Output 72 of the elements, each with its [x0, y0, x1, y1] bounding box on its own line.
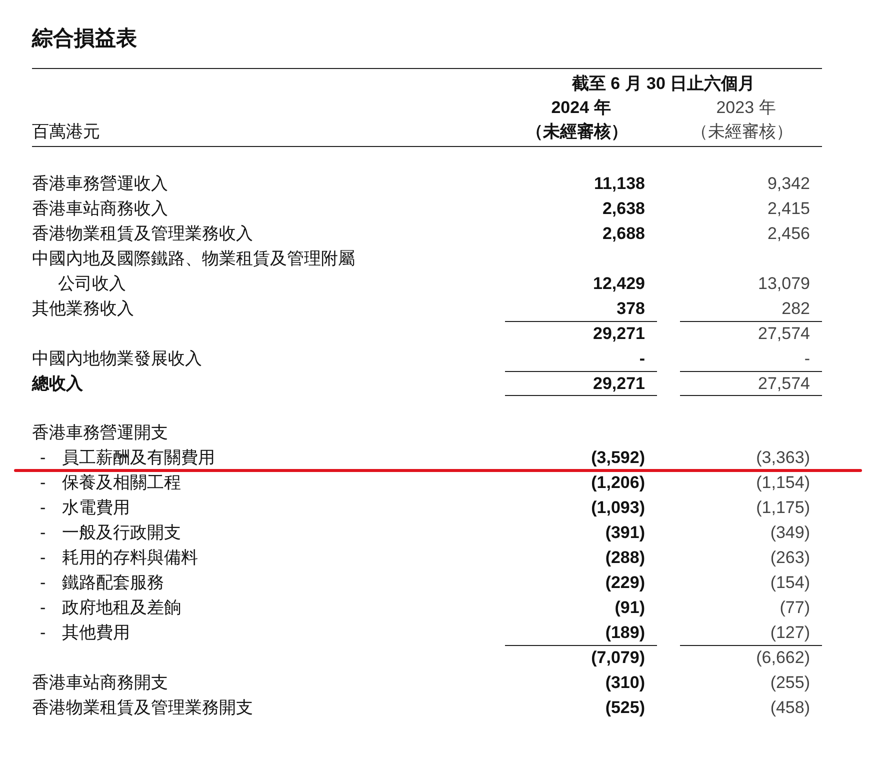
audit-note: （未經審核） — [691, 121, 793, 143]
amount-cell: 29,271 — [593, 374, 645, 394]
amount-cell: (391) — [605, 522, 645, 542]
row-label: 鐵路配套服務 — [62, 572, 164, 594]
row-label: 香港車務營運收入 — [32, 173, 168, 195]
unit-label: 百萬港元 — [32, 121, 100, 143]
amount-cell: (3,592) — [591, 448, 645, 468]
statement-title: 綜合損益表 — [32, 26, 138, 52]
amount-cell: (263) — [770, 548, 810, 568]
year-heading: 2024 年 — [551, 97, 611, 119]
row-label: 員工薪酬及有關費用 — [62, 447, 215, 469]
amount-cell: (77) — [780, 598, 810, 618]
row-label: 香港車務營運開支 — [32, 422, 168, 444]
amount-cell: (1,154) — [756, 472, 810, 492]
amount-cell: 27,574 — [758, 374, 810, 394]
row-label: 保養及相關工程 — [62, 472, 181, 494]
list-dash: - — [40, 598, 47, 618]
row-label: 一般及行政開支 — [62, 522, 181, 544]
amount-cell: 2,638 — [602, 198, 645, 218]
list-dash: - — [40, 522, 47, 542]
amount-cell: 282 — [782, 298, 810, 318]
row-label: 香港物業租賃及管理業務開支 — [32, 697, 253, 719]
row-label: 香港車站商務收入 — [32, 198, 168, 220]
amount-cell: 2,415 — [767, 198, 810, 218]
amount-cell: (127) — [770, 622, 810, 642]
row-label: 中國內地物業發展收入 — [32, 348, 202, 370]
amount-cell: (288) — [605, 548, 645, 568]
row-label: 香港物業租賃及管理業務收入 — [32, 223, 253, 245]
amount-cell: (229) — [605, 572, 645, 592]
amount-cell: (1,206) — [591, 472, 645, 492]
amount-cell: 13,079 — [758, 274, 810, 294]
amount-cell: (6,662) — [756, 648, 810, 668]
amount-cell: (458) — [770, 698, 810, 718]
amount-cell: (154) — [770, 572, 810, 592]
amount-cell: 2,456 — [767, 224, 810, 244]
list-dash: - — [40, 472, 47, 492]
amount-cell: 9,342 — [767, 174, 810, 194]
amount-cell: 11,138 — [594, 174, 645, 194]
list-dash: - — [40, 548, 47, 568]
amount-cell: (310) — [605, 672, 645, 692]
row-label: 香港車站商務開支 — [32, 672, 168, 694]
amount-cell: (525) — [605, 698, 645, 718]
row-label: 中國內地及國際鐵路、物業租賃及管理附屬 — [32, 248, 355, 270]
audit-note: （未經審核） — [526, 121, 628, 143]
year-heading: 2023 年 — [716, 97, 776, 119]
amount-cell: (3,363) — [756, 448, 810, 468]
row-label: 政府地租及差餉 — [62, 597, 181, 619]
amount-cell: (189) — [605, 622, 645, 642]
row-label: 水電費用 — [62, 497, 130, 519]
list-dash: - — [40, 622, 47, 642]
amount-cell: (7,079) — [591, 648, 645, 668]
amount-cell: (349) — [770, 522, 810, 542]
row-label: 其他費用 — [62, 622, 130, 644]
list-dash: - — [40, 572, 47, 592]
row-label: 其他業務收入 — [32, 298, 134, 320]
period-heading: 截至 6 月 30 日止六個月 — [570, 73, 756, 95]
row-label: 公司收入 — [58, 273, 126, 295]
amount-cell: (255) — [770, 672, 810, 692]
row-label: 總收入 — [32, 373, 83, 395]
list-dash: - — [40, 498, 47, 518]
amount-cell: 29,271 — [593, 324, 645, 344]
amount-cell: 378 — [616, 298, 645, 318]
row-label: 耗用的存料與備料 — [62, 547, 198, 569]
list-dash: - — [40, 448, 47, 468]
amount-cell: - — [639, 348, 645, 368]
amount-cell: (1,175) — [756, 498, 810, 518]
amount-cell: - — [804, 348, 810, 368]
amount-cell: (1,093) — [591, 498, 645, 518]
amount-cell: 27,574 — [758, 324, 810, 344]
amount-cell: (91) — [614, 598, 645, 618]
amount-cell: 2,688 — [602, 224, 645, 244]
amount-cell: 12,429 — [593, 274, 645, 294]
